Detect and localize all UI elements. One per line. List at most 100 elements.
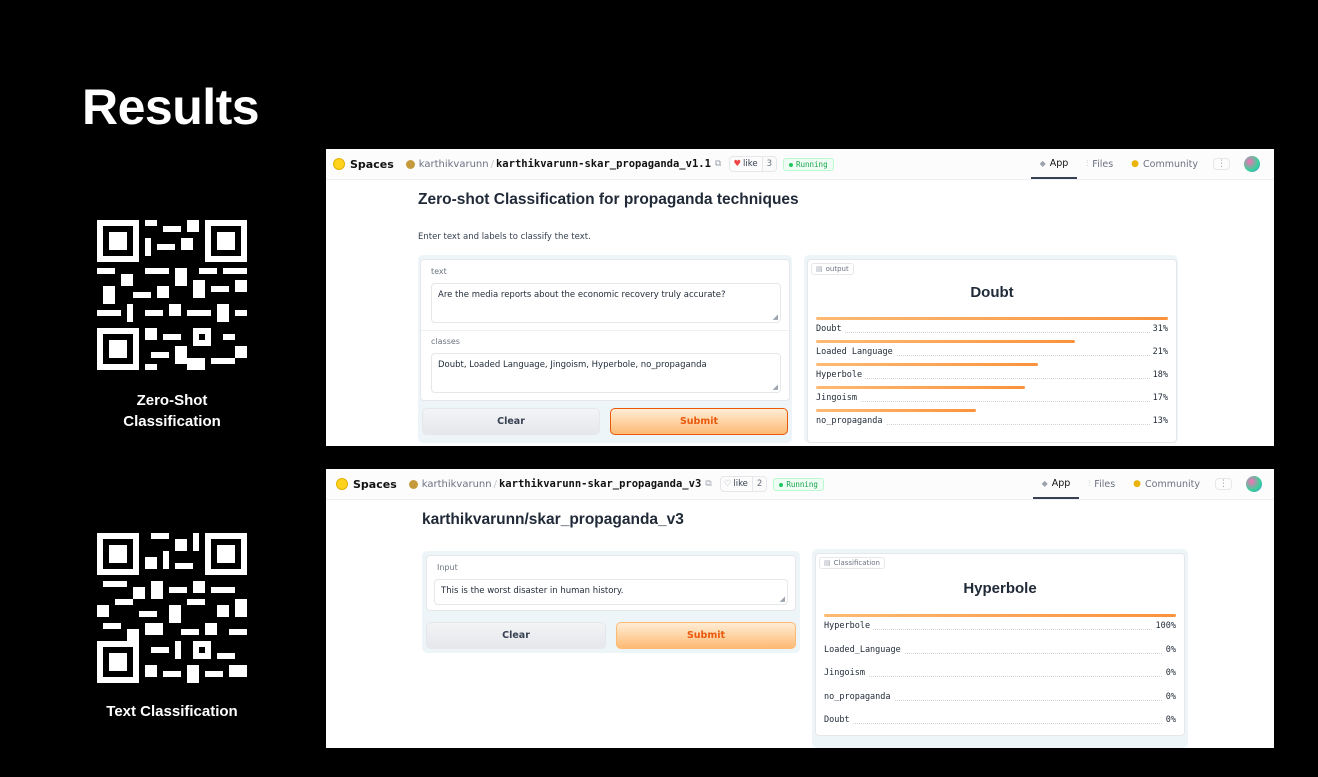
predicted-label: Hyperbole <box>963 580 1037 597</box>
space-screenshot-zero-shot: Spaces karthikvarunn / karthikvarunn-ska… <box>326 149 1274 446</box>
confidence-label: no_propaganda <box>824 691 894 702</box>
hf-logo-icon <box>333 158 345 170</box>
confidence-percent: 18% <box>1149 370 1168 380</box>
output-label-block: ▤ output Doubt Doubt 31% Loaded Language 21%… <box>807 259 1177 443</box>
copy-icon[interactable]: ⧉ <box>705 479 711 489</box>
confidence-label: Doubt <box>824 715 853 725</box>
confidence-bar <box>816 409 977 412</box>
text-input[interactable]: This is the worst disaster in human hist… <box>434 579 788 605</box>
resize-handle-icon[interactable]: ◢ <box>780 595 785 603</box>
confidence-row: Jingoism 17% <box>816 386 1168 406</box>
tab-community[interactable]: ● Community <box>1124 469 1209 499</box>
text-input[interactable]: Are the media reports about the economic… <box>431 283 781 323</box>
like-count: 2 <box>751 477 767 491</box>
confidence-label: Doubt <box>816 324 845 334</box>
output-panel: ▤ Classification Hyperbole Hyperbole 100% L… <box>812 549 1188 748</box>
confidence-label: Loaded_Language <box>824 644 904 655</box>
more-options-icon[interactable]: ⋮ <box>1215 478 1232 490</box>
slide-title: Results <box>82 79 260 135</box>
spaces-link[interactable]: Spaces <box>336 478 397 491</box>
avatar[interactable] <box>1244 156 1260 172</box>
text-label: text <box>431 267 447 276</box>
confidence-percent: 0% <box>1162 668 1176 678</box>
like-button[interactable]: ♥ like 3 <box>729 156 777 172</box>
qr-code-icon <box>97 533 247 683</box>
inputs-group: Input This is the worst disaster in huma… <box>426 555 796 611</box>
path-separator: / <box>493 478 497 490</box>
text-input-value: This is the worst disaster in human hist… <box>441 586 624 596</box>
like-button[interactable]: ♡ like 2 <box>719 476 768 492</box>
more-options-icon[interactable]: ⋮ <box>1213 158 1230 170</box>
confidence-row: no_propaganda 13% <box>816 409 1168 429</box>
clear-button[interactable]: Clear <box>422 408 600 435</box>
community-icon: ● <box>1131 159 1140 169</box>
tab-files[interactable]: ⫶ Files <box>1077 149 1122 179</box>
classes-input[interactable]: Doubt, Loaded Language, Jingoism, Hyperb… <box>431 353 781 393</box>
input-panel: Input This is the worst disaster in huma… <box>422 551 800 653</box>
confidence-percent: 0% <box>1162 691 1176 702</box>
confidence-percent: 100% <box>1152 621 1176 631</box>
owner-link[interactable]: karthikvarunn <box>422 479 492 490</box>
spaces-label: Spaces <box>350 157 394 171</box>
confidence-label: no_propaganda <box>816 416 886 426</box>
clear-button[interactable]: Clear <box>426 622 606 649</box>
hf-space-header: Spaces karthikvarunn / karthikvarunn-ska… <box>326 469 1274 500</box>
label-icon: ▤ <box>816 265 823 273</box>
files-icon: ⫶ <box>1088 479 1091 488</box>
confidence-bar <box>816 340 1075 343</box>
qr-caption-text-classification: Text Classification <box>106 703 238 720</box>
tab-files[interactable]: ⫶ Files <box>1079 469 1124 499</box>
app-cube-icon: ◆ <box>1041 478 1048 488</box>
qr-caption-zero-shot: Zero-Shot Classification <box>123 392 221 430</box>
tab-app[interactable]: ◆ App <box>1032 469 1080 499</box>
output-label-block: ▤ Classification Hyperbole Hyperbole 100% L… <box>815 553 1185 736</box>
text-input-value: Are the media reports about the economic… <box>438 290 726 300</box>
submit-button[interactable]: Submit <box>616 622 796 649</box>
confidence-row: Doubt 31% <box>816 317 1168 337</box>
confidence-bar <box>824 614 1176 617</box>
spaces-link[interactable]: Spaces <box>333 158 394 171</box>
copy-icon[interactable]: ⧉ <box>715 159 721 169</box>
owner-avatar-icon <box>408 479 418 489</box>
repo-name[interactable]: karthikvarunn-skar_propaganda_v1.1 <box>496 158 711 170</box>
confidence-row: Doubt 0% <box>824 708 1176 728</box>
community-icon: ● <box>1133 479 1142 489</box>
confidence-row: Jingoism 0% <box>824 661 1176 681</box>
confidence-label: Jingoism <box>816 393 860 403</box>
inputs-group: text Are the media reports about the eco… <box>420 259 790 401</box>
hf-logo-icon <box>336 478 348 490</box>
heart-icon: ♥ <box>733 159 741 169</box>
confidence-percent: 21% <box>1149 347 1168 357</box>
input-panel: text Are the media reports about the eco… <box>418 255 792 443</box>
confidence-percent: 31% <box>1149 324 1168 334</box>
confidence-label: Loaded Language <box>816 347 896 357</box>
repo-name[interactable]: karthikvarunn-skar_propaganda_v3 <box>499 478 701 490</box>
confidence-label: Jingoism <box>824 668 868 678</box>
page-description: Enter text and labels to classify the te… <box>418 232 591 242</box>
owner-avatar-icon <box>405 159 415 169</box>
confidence-bar <box>816 317 1168 320</box>
output-tag: ▤ Classification <box>819 557 885 569</box>
input-label: Input <box>437 563 458 572</box>
resize-handle-icon[interactable]: ◢ <box>773 313 778 321</box>
classes-input-value: Doubt, Loaded Language, Jingoism, Hyperb… <box>438 360 707 370</box>
qr-code-icon <box>97 220 247 370</box>
heart-icon: ♡ <box>723 479 732 489</box>
confidence-row: Hyperbole 18% <box>816 363 1168 383</box>
like-label: like <box>733 479 748 489</box>
hf-space-header: Spaces karthikvarunn / karthikvarunn-ska… <box>326 149 1274 180</box>
tab-app[interactable]: ◆ App <box>1030 149 1078 179</box>
like-label: like <box>742 159 758 169</box>
resize-handle-icon[interactable]: ◢ <box>773 383 778 391</box>
avatar[interactable] <box>1246 476 1262 492</box>
spaces-label: Spaces <box>353 477 397 491</box>
confidence-percent: 17% <box>1149 393 1168 403</box>
qr-code-zero-shot <box>97 220 247 370</box>
confidence-row: Hyperbole 100% <box>824 614 1176 634</box>
confidence-percent: 0% <box>1162 644 1176 655</box>
output-tag: ▤ output <box>811 263 854 275</box>
submit-button[interactable]: Submit <box>610 408 788 435</box>
space-nav: ◆ App ⫶ Files ● Community ⋮ <box>1032 469 1262 499</box>
tab-community[interactable]: ● Community <box>1122 149 1207 179</box>
owner-link[interactable]: karthikvarunn <box>419 159 489 170</box>
